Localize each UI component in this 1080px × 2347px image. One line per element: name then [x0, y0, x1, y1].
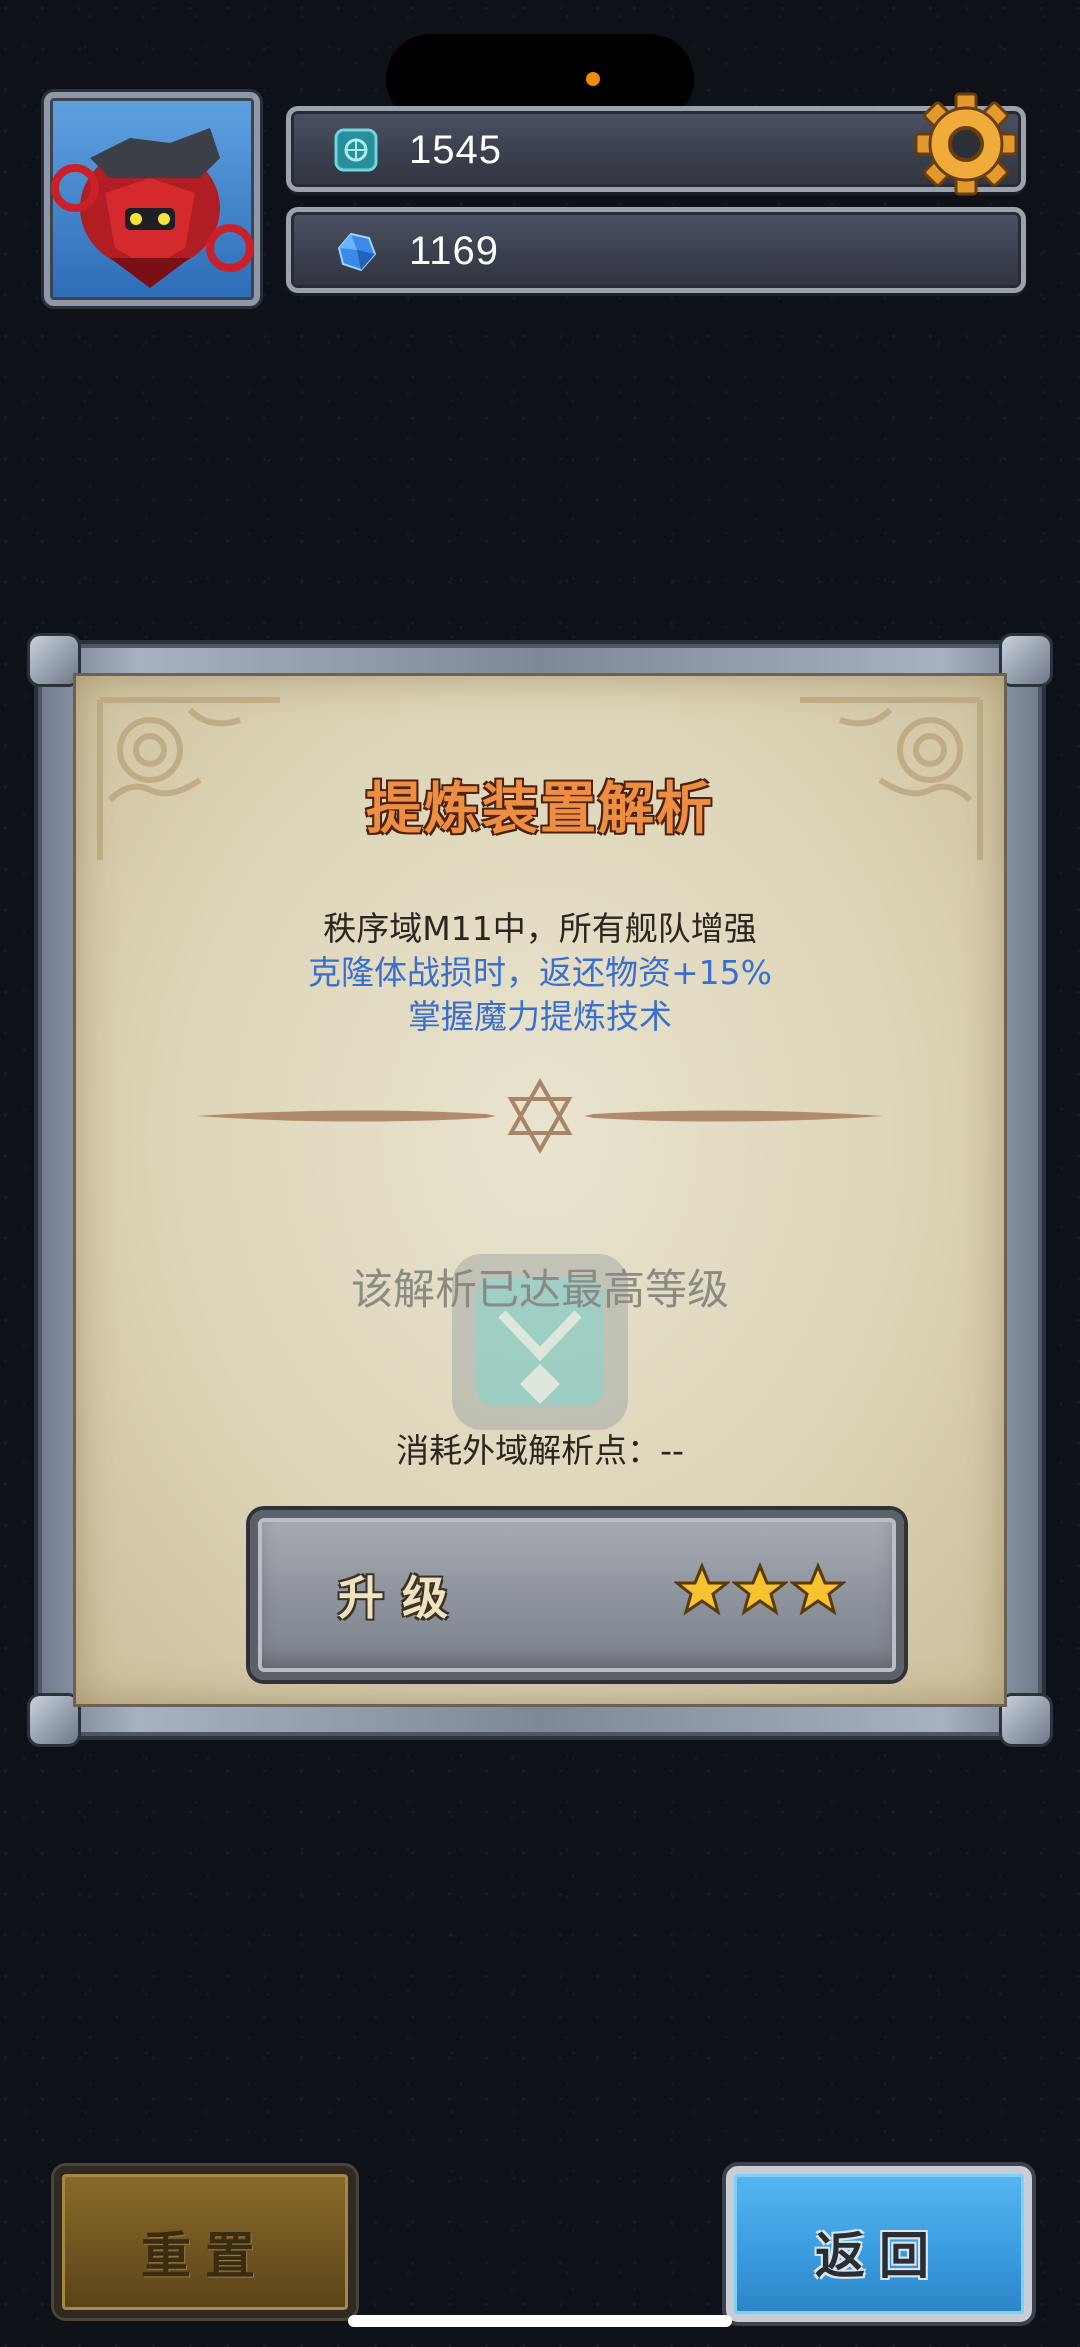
star-divider-icon — [196, 1077, 884, 1155]
red-mech-avatar-icon — [51, 128, 254, 288]
star-icon — [674, 1562, 730, 1616]
chips-count: 1545 — [409, 128, 502, 172]
blue-crystal-icon — [337, 232, 377, 272]
resource-bar-crystals: 1169 — [286, 207, 1026, 293]
player-avatar[interactable] — [44, 92, 260, 306]
crystals-count: 1169 — [409, 229, 500, 273]
cost-text: 消耗外域解析点：-- — [396, 1431, 684, 1470]
upgrade-label: 升级 — [338, 1571, 466, 1625]
description-line: 秩序域M11中，所有舰队增强 — [323, 909, 757, 948]
back-label: 返回 — [815, 2227, 943, 2285]
description-line-highlight: 克隆体战损时，返还物资+15% — [308, 953, 772, 992]
frame-corner-bottom-right — [1002, 1696, 1050, 1744]
frame-corner-bottom-left — [30, 1696, 78, 1744]
star-icon — [732, 1562, 788, 1616]
back-button[interactable]: 返回 — [726, 2166, 1032, 2322]
level-stars — [674, 1562, 846, 1618]
chip-icon — [334, 128, 378, 172]
star-icon — [790, 1562, 846, 1616]
frame-corner-top-right — [1002, 636, 1050, 684]
gear-icon[interactable] — [910, 88, 1022, 200]
description-line-highlight: 掌握魔力提炼技术 — [408, 997, 672, 1036]
dialog-title: 提炼装置解析 — [366, 777, 714, 842]
upgrade-button[interactable]: 升级 — [250, 1510, 904, 1680]
max-level-text: 该解析已达最高等级 — [350, 1265, 729, 1314]
research-dialog: 提炼装置解析 秩序域M11中，所有舰队增强 克隆体战损时，返还物资+15% 掌握… — [30, 636, 1050, 1744]
dialog-parchment: 提炼装置解析 秩序域M11中，所有舰队增强 克隆体战损时，返还物资+15% 掌握… — [76, 676, 1004, 1704]
frame-corner-top-left — [30, 636, 78, 684]
home-indicator[interactable] — [348, 2315, 732, 2327]
status-indicator-dot — [586, 72, 600, 86]
reset-button[interactable]: 重置 — [54, 2166, 356, 2318]
reset-label: 重置 — [141, 2227, 269, 2285]
